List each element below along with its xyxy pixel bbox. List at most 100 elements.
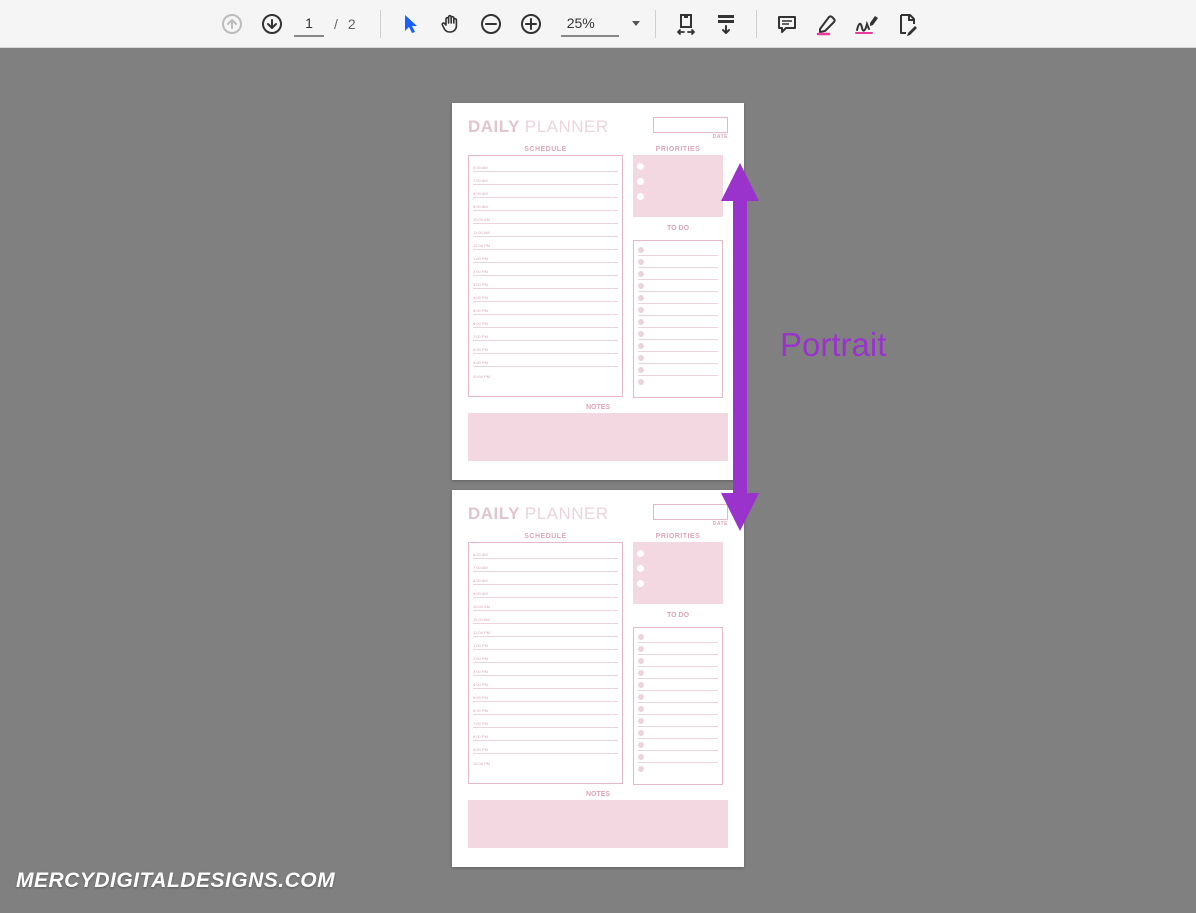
- todo-row: [638, 727, 718, 739]
- todo-row: [638, 352, 718, 364]
- circle-bullet-icon: [637, 163, 644, 170]
- circle-bullet-icon: [638, 247, 644, 253]
- todo-row: [638, 268, 718, 280]
- fit-width-icon: [674, 12, 698, 36]
- pdf-page-1: DAILY PLANNER DATE SCHEDULE 6:00 AM7:00 …: [452, 103, 744, 480]
- schedule-row: 7:00 PM: [473, 715, 618, 728]
- pdf-page-2: DAILY PLANNER DATE SCHEDULE 6:00 AM7:00 …: [452, 490, 744, 867]
- todo-row: [638, 376, 718, 388]
- minus-circle-icon: [480, 13, 502, 35]
- todo-row: [638, 316, 718, 328]
- schedule-row: 10:00 AM: [473, 211, 618, 224]
- todo-row: [638, 715, 718, 727]
- priority-row: [637, 159, 719, 174]
- circle-bullet-icon: [638, 271, 644, 277]
- schedule-row: 4:00 PM: [473, 676, 618, 689]
- highlight-button[interactable]: [809, 6, 845, 42]
- circle-bullet-icon: [638, 646, 644, 652]
- pages-container: DAILY PLANNER DATE SCHEDULE 6:00 AM7:00 …: [452, 103, 744, 877]
- schedule-row: 8:00 PM: [473, 341, 618, 354]
- todo-box: [633, 627, 723, 785]
- schedule-row: 6:00 AM: [473, 546, 618, 559]
- circle-bullet-icon: [637, 178, 644, 185]
- pdf-viewport[interactable]: DAILY PLANNER DATE SCHEDULE 6:00 AM7:00 …: [0, 48, 1196, 913]
- scroll-mode-button[interactable]: [708, 6, 744, 42]
- circle-bullet-icon: [638, 283, 644, 289]
- schedule-row: 9:00 AM: [473, 585, 618, 598]
- vertical-double-arrow-icon: [715, 163, 765, 531]
- todo-label: TO DO: [633, 612, 723, 619]
- circle-bullet-icon: [638, 379, 644, 385]
- schedule-row: 8:00 PM: [473, 728, 618, 741]
- circle-bullet-icon: [637, 580, 644, 587]
- priority-row: [637, 174, 719, 189]
- schedule-row: 3:00 PM: [473, 663, 618, 676]
- circle-bullet-icon: [638, 367, 644, 373]
- schedule-row: 7:00 PM: [473, 328, 618, 341]
- priorities-label: PRIORITIES: [633, 533, 723, 540]
- todo-row: [638, 328, 718, 340]
- schedule-row: 5:00 PM: [473, 689, 618, 702]
- zoom-level-input[interactable]: [561, 11, 619, 37]
- notes-label: NOTES: [468, 791, 728, 798]
- todo-label: TO DO: [633, 225, 723, 232]
- chevron-down-icon: [632, 21, 640, 26]
- schedule-row: 11:00 AM: [473, 611, 618, 624]
- circle-bullet-icon: [638, 766, 644, 772]
- schedule-row: 9:00 PM: [473, 354, 618, 367]
- todo-row: [638, 244, 718, 256]
- notes-box: [468, 800, 728, 848]
- date-box: [653, 117, 728, 133]
- zoom-in-button[interactable]: [513, 6, 549, 42]
- schedule-row: 1:00 PM: [473, 637, 618, 650]
- hand-icon: [440, 13, 462, 35]
- todo-row: [638, 280, 718, 292]
- planner-title: DAILY PLANNER: [468, 504, 609, 524]
- page-down-button[interactable]: [254, 6, 290, 42]
- circle-bullet-icon: [638, 331, 644, 337]
- hand-tool-button[interactable]: [433, 6, 469, 42]
- page-up-button[interactable]: [214, 6, 250, 42]
- todo-row: [638, 655, 718, 667]
- total-pages: 2: [348, 16, 356, 32]
- circle-bullet-icon: [637, 565, 644, 572]
- comment-button[interactable]: [769, 6, 805, 42]
- sign-button[interactable]: [849, 6, 885, 42]
- watermark: MERCYDIGITALDESIGNS.COM: [16, 869, 335, 893]
- fit-width-button[interactable]: [668, 6, 704, 42]
- signature-icon: [854, 12, 880, 36]
- todo-row: [638, 751, 718, 763]
- planner-title: DAILY PLANNER: [468, 117, 609, 137]
- circle-bullet-icon: [638, 730, 644, 736]
- circle-bullet-icon: [638, 754, 644, 760]
- schedule-box: 6:00 AM7:00 AM8:00 AM9:00 AM10:00 AM11:0…: [468, 542, 623, 784]
- edit-document-icon: [895, 12, 919, 36]
- todo-box: [633, 240, 723, 398]
- circle-bullet-icon: [638, 694, 644, 700]
- schedule-row: 1:00 PM: [473, 250, 618, 263]
- circle-bullet-icon: [638, 658, 644, 664]
- todo-row: [638, 364, 718, 376]
- schedule-row: 8:00 AM: [473, 185, 618, 198]
- todo-row: [638, 643, 718, 655]
- todo-row: [638, 292, 718, 304]
- schedule-row: 10:00 PM: [473, 367, 618, 380]
- schedule-row: 7:00 AM: [473, 172, 618, 185]
- current-page-input[interactable]: [294, 11, 324, 37]
- todo-row: [638, 340, 718, 352]
- cursor-icon: [401, 13, 421, 35]
- notes-box: [468, 413, 728, 461]
- schedule-row: 5:00 PM: [473, 302, 618, 315]
- todo-row: [638, 691, 718, 703]
- circle-bullet-icon: [638, 259, 644, 265]
- edit-pdf-button[interactable]: [889, 6, 925, 42]
- schedule-box: 6:00 AM7:00 AM8:00 AM9:00 AM10:00 AM11:0…: [468, 155, 623, 397]
- circle-bullet-icon: [638, 295, 644, 301]
- select-tool-button[interactable]: [393, 6, 429, 42]
- schedule-row: 6:00 AM: [473, 159, 618, 172]
- zoom-dropdown-button[interactable]: [623, 6, 643, 42]
- zoom-out-button[interactable]: [473, 6, 509, 42]
- priority-row: [637, 546, 719, 561]
- schedule-row: 12:00 PM: [473, 237, 618, 250]
- schedule-row: 3:00 PM: [473, 276, 618, 289]
